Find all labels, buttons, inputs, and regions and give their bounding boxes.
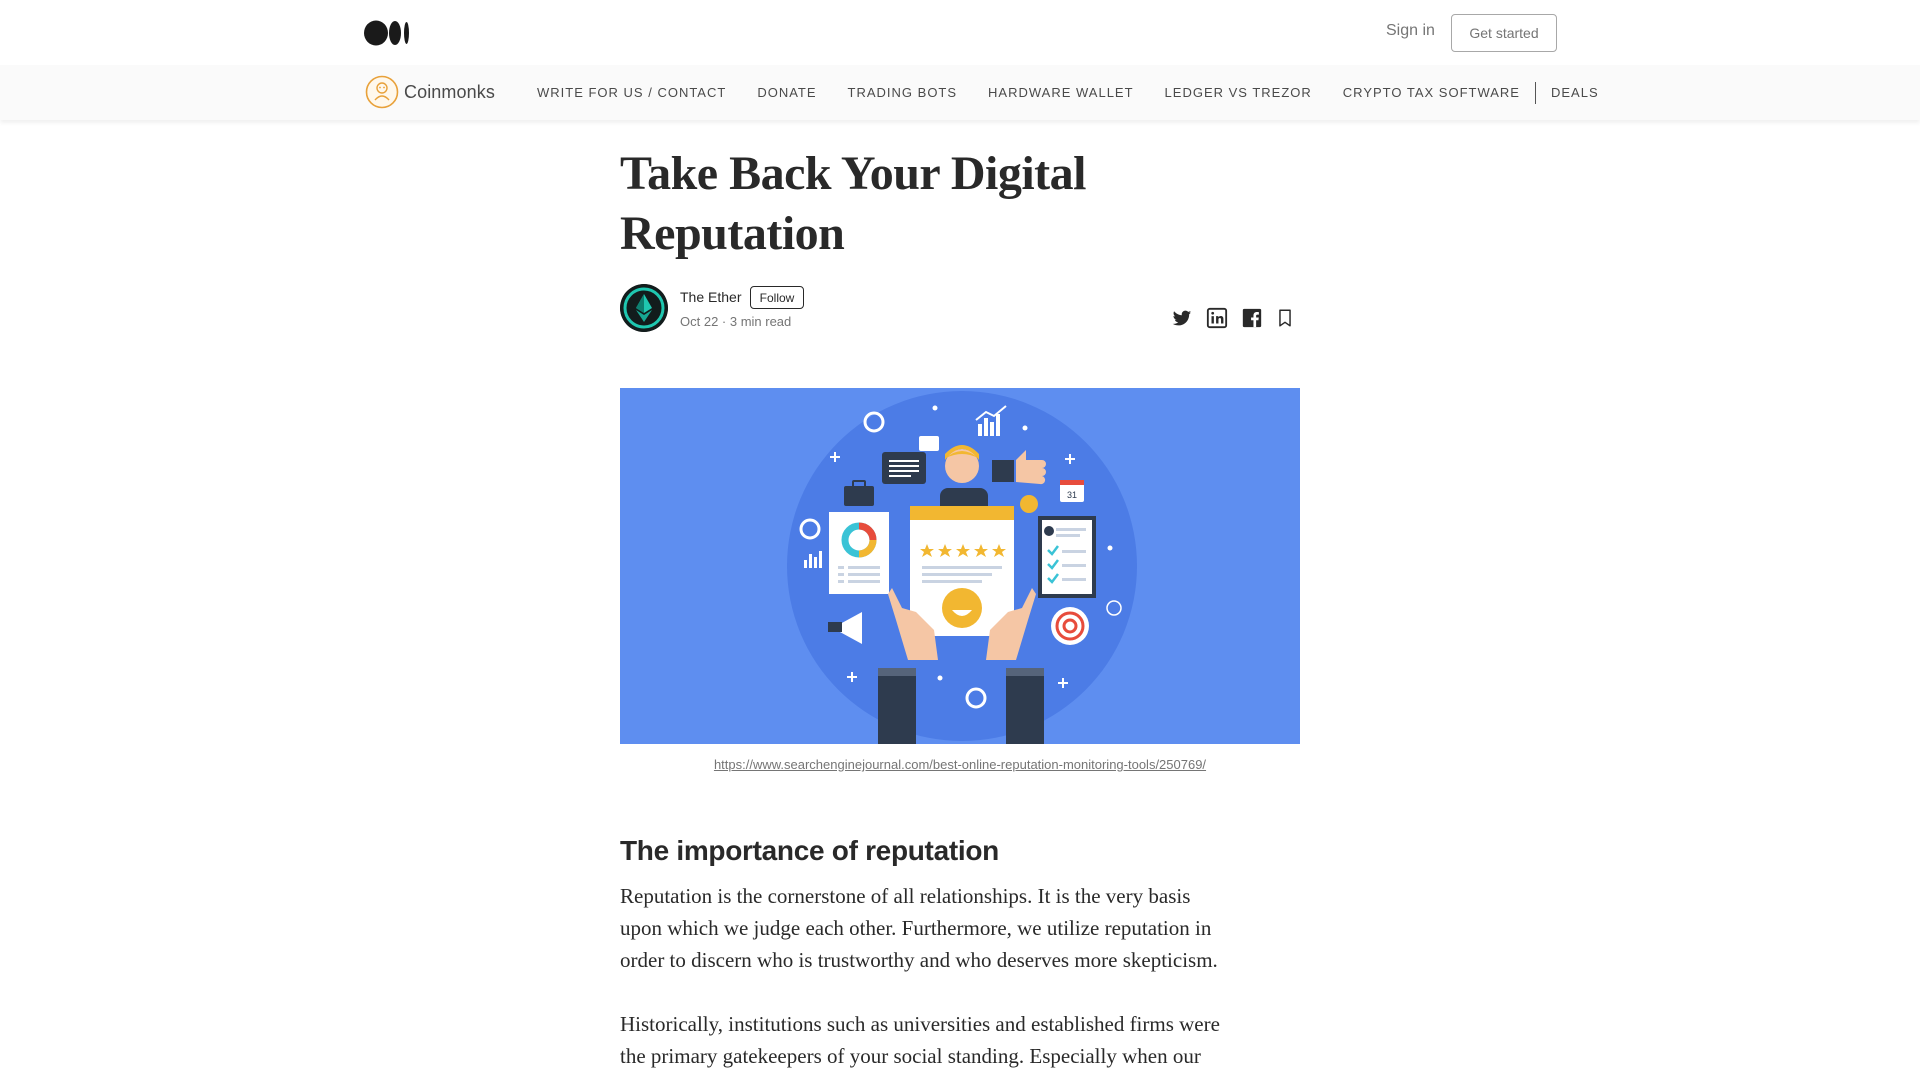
article-title-line: Take Back Your Digital — [620, 147, 1086, 200]
paragraph-line: upon which we judge each other. Furtherm… — [620, 916, 1212, 940]
follow-button[interactable]: Follow — [750, 286, 804, 309]
publication-name: Coinmonks — [404, 81, 495, 102]
paragraph-1: Reputation is the cornerstone of all rel… — [620, 880, 1310, 976]
author-name[interactable]: The Ether — [680, 289, 741, 305]
article-title: Take Back Your Digital Reputation — [620, 144, 1300, 264]
publication-nav: Coinmonks WRITE FOR US / CONTACT DONATE … — [0, 65, 1920, 120]
paragraph-2: Historically, institutions such as unive… — [620, 1008, 1310, 1072]
bookmark-icon[interactable] — [1274, 307, 1296, 329]
article-title-line: Reputation — [620, 207, 845, 260]
facebook-icon[interactable] — [1241, 307, 1263, 329]
paragraph-line: Historically, institutions such as unive… — [620, 1012, 1220, 1036]
section-heading: The importance of reputation — [620, 835, 999, 866]
nav-item-crypto-tax-software[interactable]: CRYPTO TAX SOFTWARE — [1343, 85, 1520, 100]
article-meta: Oct 22 · 3 min read — [680, 314, 792, 329]
reputation-illustration: 31 — [620, 388, 1300, 744]
get-started-button[interactable]: Get started — [1451, 14, 1557, 52]
nav-item-ledger-vs-trezor[interactable]: LEDGER VS TREZOR — [1165, 85, 1312, 100]
paragraph-line: order to discern who is trustworthy and … — [620, 948, 1218, 972]
nav-item-trading-bots[interactable]: TRADING BOTS — [848, 85, 958, 100]
image-caption-link[interactable]: https://www.searchenginejournal.com/best… — [620, 757, 1300, 772]
nav-divider — [1534, 81, 1536, 104]
paragraph-line: Reputation is the cornerstone of all rel… — [620, 884, 1191, 908]
author-avatar[interactable] — [620, 284, 668, 332]
nav-item-donate[interactable]: DONATE — [757, 85, 816, 100]
publication-nav-items: WRITE FOR US / CONTACT DONATE TRADING BO… — [537, 65, 1630, 120]
top-bar: Sign in Get started — [0, 0, 1920, 65]
nav-item-write-for-us[interactable]: WRITE FOR US / CONTACT — [537, 85, 726, 100]
linkedin-icon[interactable] — [1206, 307, 1228, 329]
paragraph-line: the primary gatekeepers of your social s… — [620, 1044, 1201, 1068]
nav-item-hardware-wallet[interactable]: HARDWARE WALLET — [988, 85, 1134, 100]
ethereum-avatar-icon — [620, 284, 668, 332]
coinmonks-logo-icon — [365, 75, 399, 109]
twitter-icon[interactable] — [1171, 307, 1193, 329]
sign-in-link[interactable]: Sign in — [1386, 22, 1435, 40]
medium-logo-icon[interactable] — [364, 20, 410, 46]
hero-image: 31 — [620, 388, 1300, 744]
calendar-day: 31 — [1067, 490, 1077, 500]
nav-item-deals[interactable]: DEALS — [1551, 85, 1599, 100]
publication-logo[interactable]: Coinmonks — [365, 75, 495, 109]
